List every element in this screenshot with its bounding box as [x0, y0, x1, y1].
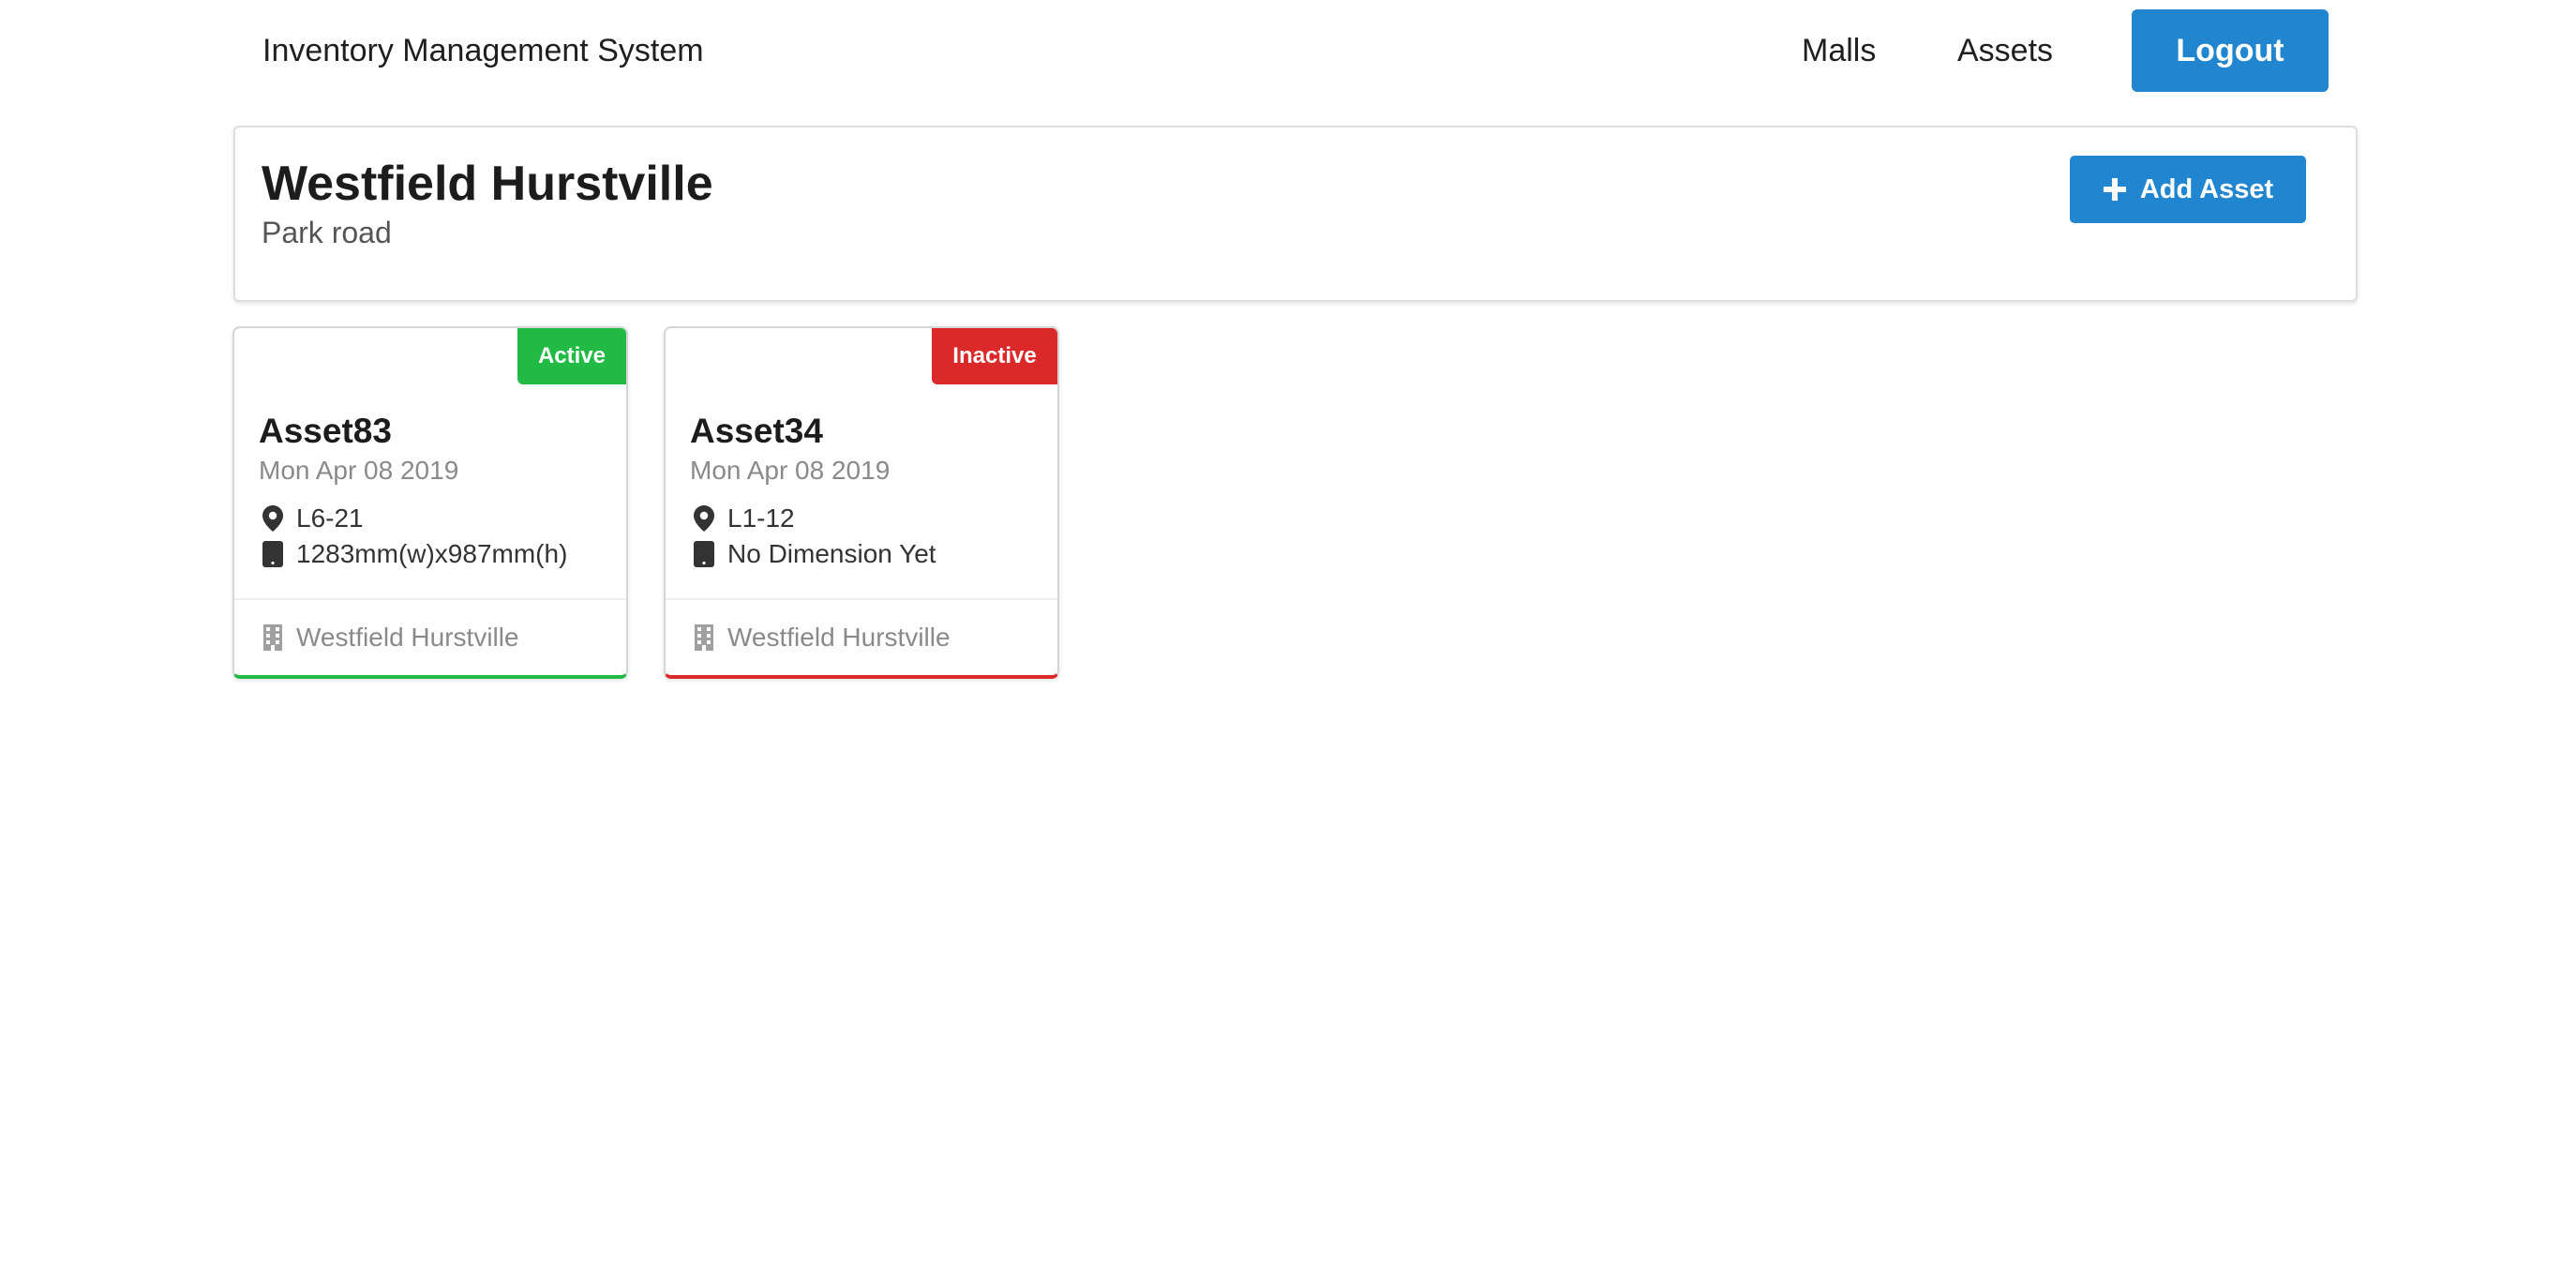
asset-mall-name: Westfield Hurstville: [296, 623, 519, 652]
asset-dimension-row: 1283mm(w)x987mm(h): [261, 536, 567, 572]
asset-location-row: L6-21: [261, 501, 364, 536]
card-divider: [666, 598, 1057, 600]
asset-mall-name: Westfield Hurstville: [727, 623, 951, 652]
mall-address: Park road: [262, 216, 392, 249]
map-marker-icon: [692, 504, 716, 533]
card-divider: [234, 598, 626, 600]
map-marker-icon: [261, 504, 285, 533]
tablet-icon: [692, 540, 716, 568]
asset-dimension: No Dimension Yet: [727, 539, 936, 568]
asset-dimension: 1283mm(w)x987mm(h): [296, 539, 568, 568]
nav-link-assets[interactable]: Assets: [1957, 28, 2053, 73]
asset-location-row: L1-12: [692, 501, 795, 536]
asset-name[interactable]: Asset34: [690, 409, 823, 454]
add-asset-label: Add Asset: [2139, 173, 2274, 204]
mall-title: Westfield Hurstville: [262, 157, 713, 211]
asset-location: L6-21: [296, 503, 364, 533]
asset-location: L1-12: [727, 503, 795, 533]
plus-icon: [2103, 177, 2127, 202]
tablet-icon: [261, 540, 285, 568]
asset-dimension-row: No Dimension Yet: [692, 536, 936, 572]
asset-date: Mon Apr 08 2019: [259, 456, 459, 485]
mall-header-segment: Westfield Hurstville Park road Add Asset: [233, 126, 2358, 302]
status-badge-inactive: Inactive: [932, 328, 1057, 384]
card-footer: Westfield Hurstville: [261, 619, 519, 656]
nav-link-malls[interactable]: Malls: [1802, 28, 1876, 73]
logout-button[interactable]: Logout: [2132, 9, 2329, 92]
app-brand-title[interactable]: Inventory Management System: [262, 28, 704, 73]
asset-card[interactable]: Active Asset83 Mon Apr 08 2019 L6-21 128…: [232, 326, 628, 679]
card-footer: Westfield Hurstville: [692, 619, 951, 656]
asset-name[interactable]: Asset83: [259, 409, 392, 454]
add-asset-button[interactable]: Add Asset: [2070, 156, 2306, 223]
asset-card[interactable]: Inactive Asset34 Mon Apr 08 2019 L1-12 N…: [664, 326, 1059, 679]
building-icon: [692, 623, 716, 652]
asset-date: Mon Apr 08 2019: [690, 456, 891, 485]
status-badge-active: Active: [517, 328, 626, 384]
top-navigation-bar: Inventory Management System Malls Assets…: [0, 0, 2576, 101]
building-icon: [261, 623, 285, 652]
